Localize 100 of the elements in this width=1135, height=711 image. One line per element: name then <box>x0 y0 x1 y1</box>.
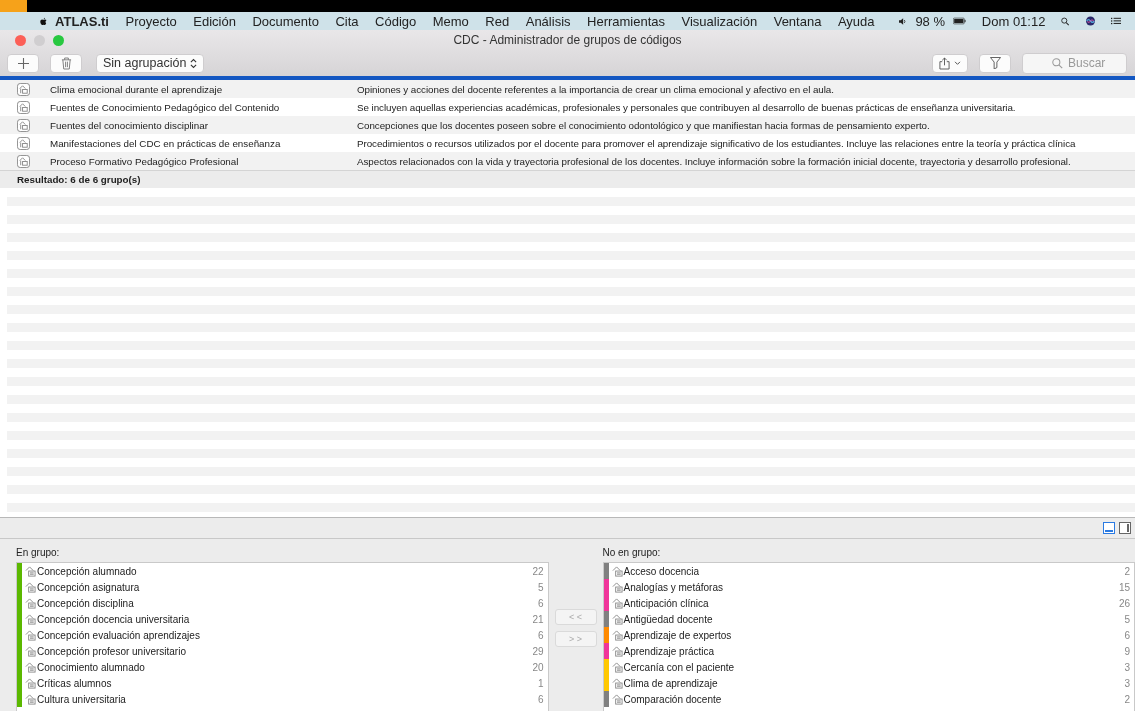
code-count: 6 <box>537 597 545 609</box>
updown-chevron-icon <box>190 57 198 69</box>
code-name[interactable]: Concepción asignatura <box>37 581 538 593</box>
group-description: Se incluyen aquellas experiencias académicas, profesionales y personales que contribuyen al desarrollo de buenas prácticas de enseñanza universitaria. <box>357 101 1016 113</box>
siri-icon[interactable] <box>1085 14 1095 28</box>
share-button[interactable] <box>932 53 968 73</box>
code-icon <box>25 581 36 593</box>
search-icon <box>1052 57 1063 69</box>
list-icon[interactable] <box>1110 15 1121 27</box>
group-name[interactable]: Manifestaciones del CDC en prácticas de enseñanza <box>30 137 357 149</box>
code-count: 1 <box>537 677 545 689</box>
code-name[interactable]: Concepción alumnado <box>37 565 533 577</box>
add-button[interactable] <box>7 53 39 73</box>
code-name[interactable]: Analogías y metáforas <box>623 581 1119 593</box>
code-count: 6 <box>537 629 545 641</box>
menu-item[interactable]: Herramientas <box>587 13 666 29</box>
group-name[interactable]: Proceso Formativo Pedagógico Profesional <box>30 155 357 167</box>
code-icon <box>25 645 36 657</box>
code-count: 6 <box>1124 629 1131 641</box>
group-name[interactable]: Fuentes de Conocimiento Pedagógico del Contenido <box>30 101 357 113</box>
code-name[interactable]: Concepción profesor universitario <box>37 645 533 657</box>
code-icon <box>611 677 623 689</box>
code-count: 9 <box>1124 645 1131 657</box>
code-icon <box>611 645 623 657</box>
menu-item[interactable]: Cita <box>335 13 359 29</box>
code-count: 6 <box>537 693 545 705</box>
code-name[interactable]: Comparación docente <box>623 693 1125 705</box>
group-description: Procedimientos o recursos utilizados por el docente para promover el aprendizaje significativo de los estudiantes. Incluye las relaciones entre la teoría y práctica clínica <box>357 137 1076 149</box>
menu-item[interactable]: Edición <box>193 13 236 29</box>
group-name[interactable]: Fuentes del conocimiento disciplinar <box>30 119 357 131</box>
code-count: 22 <box>532 565 545 577</box>
code-name[interactable]: Críticas alumnos <box>37 677 538 689</box>
code-icon <box>25 613 36 625</box>
filter-button[interactable] <box>979 53 1011 73</box>
delete-button[interactable] <box>50 53 82 73</box>
code-count: 5 <box>537 581 545 593</box>
bottom-panel-icon[interactable] <box>1103 522 1115 534</box>
code-icon <box>611 581 623 593</box>
trash-icon <box>60 56 72 70</box>
result-summary: Resultado: 6 de 6 grupo(s) <box>0 170 1135 188</box>
menu-item[interactable]: Ventana <box>773 13 822 29</box>
code-icon <box>25 597 36 609</box>
side-panel-icon[interactable] <box>1119 522 1131 534</box>
grouping-select[interactable]: Sin agrupación <box>96 53 205 73</box>
menu-item[interactable]: Documento <box>252 13 319 29</box>
code-icon <box>611 661 623 673</box>
code-icon <box>25 677 36 689</box>
code-count: 15 <box>1118 581 1131 593</box>
list-label: No en grupo: <box>602 545 662 560</box>
code-icon <box>611 597 623 609</box>
code-group-icon <box>17 82 30 96</box>
code-group-icon <box>17 118 30 132</box>
menu-item[interactable]: Visualización <box>681 13 758 29</box>
group-description: Aspectos relacionados con la vida y trayectoria profesional de los docentes. Incluye información sobre la formación inicial docente, trayectoria y desarrollo profesional. <box>357 155 1071 167</box>
code-icon <box>25 565 36 577</box>
share-icon <box>939 56 950 70</box>
code-name[interactable]: Concepción disciplina <box>37 597 538 609</box>
code-icon <box>611 565 623 577</box>
code-name[interactable]: Conocimiento alumnado <box>37 661 533 673</box>
plus-icon <box>17 57 29 69</box>
group-description: Concepciones que los docentes poseen sobre el conocimiento odontológico y que manifiestan hacia formas de pensamiento experto. <box>357 119 930 131</box>
code-count: 2 <box>1124 693 1131 705</box>
menu-item[interactable]: Memo <box>432 13 469 29</box>
clock[interactable]: Dom 01:12 <box>981 13 1046 29</box>
code-icon <box>611 693 623 705</box>
code-name[interactable]: Concepción docencia universitaria <box>37 613 533 625</box>
menu-item[interactable]: Ayuda <box>837 13 875 29</box>
code-count: 20 <box>532 661 545 673</box>
chevron-down-icon <box>954 60 961 66</box>
battery-percentage: 98 % <box>915 13 945 29</box>
battery-icon[interactable] <box>953 16 966 26</box>
list-label: En grupo: <box>16 545 61 560</box>
window-title: CDC - Administrador de grupos de códigos <box>452 33 683 47</box>
menu-item[interactable]: Red <box>485 13 510 29</box>
search-icon[interactable] <box>1061 14 1070 28</box>
code-count: 3 <box>1124 661 1131 673</box>
filter-icon <box>989 57 1001 69</box>
menu-item[interactable]: Proyecto <box>125 13 177 29</box>
code-icon <box>25 661 36 673</box>
code-name[interactable]: Concepción evaluación aprendizajes <box>37 629 538 641</box>
menu-item[interactable]: Código <box>375 13 417 29</box>
code-count: 21 <box>532 613 545 625</box>
code-icon <box>25 629 36 641</box>
search-field[interactable]: Buscar <box>1022 52 1127 74</box>
code-name[interactable]: Aprendizaje práctica <box>623 645 1125 657</box>
code-count: 5 <box>1124 613 1131 625</box>
code-name[interactable]: Aprendizaje de expertos <box>623 629 1125 641</box>
code-name[interactable]: Antigüedad docente <box>623 613 1125 625</box>
menu-item[interactable]: ATLAS.ti <box>55 13 109 29</box>
code-name[interactable]: Cercanía con el paciente <box>623 661 1125 673</box>
code-group-icon <box>17 154 30 168</box>
code-name[interactable]: Acceso docencia <box>623 565 1125 577</box>
code-name[interactable]: Clima de aprendizaje <box>623 677 1125 689</box>
menu-item[interactable]: Análisis <box>525 13 571 29</box>
code-count: 3 <box>1124 677 1131 689</box>
code-name[interactable]: Cultura universitaria <box>37 693 538 705</box>
code-name[interactable]: Anticipación clínica <box>623 597 1119 609</box>
group-name[interactable]: Clima emocional durante el aprendizaje <box>30 83 357 95</box>
code-count: 26 <box>1118 597 1131 609</box>
code-icon <box>611 629 623 641</box>
